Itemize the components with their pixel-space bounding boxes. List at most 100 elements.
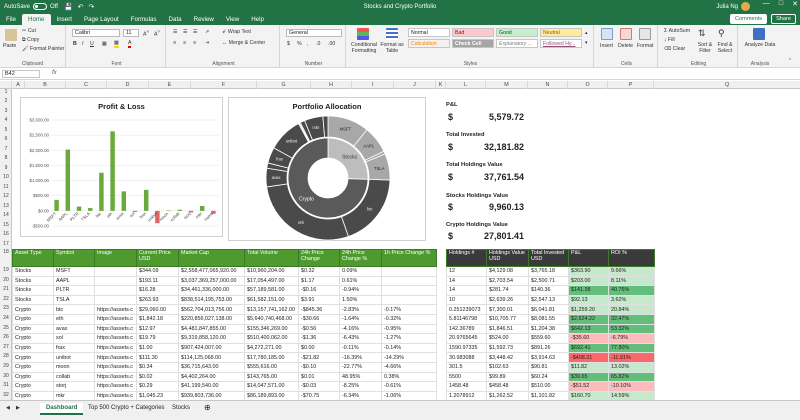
style-bad[interactable]: Bad — [452, 28, 494, 37]
table-cell[interactable]: https://assets.c — [94, 304, 137, 315]
row-header[interactable]: 30 — [0, 373, 12, 379]
table-cell[interactable]: AAPL — [53, 275, 95, 287]
font-color-icon[interactable]: A — [128, 40, 132, 48]
table-cell[interactable]: Crypto — [12, 313, 54, 325]
table-cell[interactable]: $2,639.26 — [486, 294, 529, 306]
table-cell[interactable]: $0.32 — [298, 266, 340, 277]
tab-help[interactable]: Help — [245, 14, 270, 25]
sort-filter-button[interactable]: Sort & Filter — [696, 42, 714, 54]
table-cell[interactable]: 0.38% — [381, 371, 437, 383]
format-cells-icon[interactable] — [639, 28, 651, 40]
table-cell[interactable]: sol — [53, 333, 95, 344]
table-cell[interactable]: $458.48 — [486, 381, 529, 392]
font-name-select[interactable]: Calibri — [72, 29, 120, 37]
table-cell[interactable]: https://assets.c — [94, 390, 137, 400]
table-cell[interactable]: $3,765.18 — [528, 266, 569, 277]
delete-button[interactable]: Delete — [618, 43, 633, 49]
table-cell[interactable]: $838,514,195,753.00 — [178, 294, 245, 306]
table-cell[interactable]: $510.00 — [528, 381, 569, 392]
table-cell[interactable]: $102.63 — [486, 361, 529, 373]
table-cell[interactable]: unibot — [53, 352, 95, 363]
table-cell[interactable]: https://assets.c — [94, 371, 137, 383]
table-cell[interactable]: 1458.48 — [446, 381, 487, 392]
table-cell[interactable]: 14 — [446, 285, 487, 296]
col-header[interactable]: I — [352, 81, 394, 89]
bar[interactable] — [65, 149, 71, 211]
table-cell[interactable]: -10.10% — [608, 381, 655, 392]
table-cell[interactable]: -$845.36 — [298, 304, 340, 315]
sheet-tab-dashboard[interactable]: Dashboard — [40, 403, 84, 415]
table-cell[interactable]: -0.17% — [381, 304, 437, 315]
style-good[interactable]: Good — [496, 28, 538, 37]
table-cell[interactable]: $642.13 — [568, 323, 609, 335]
table-cell[interactable]: $2,500.71 — [528, 275, 569, 287]
bar[interactable] — [76, 206, 82, 211]
table-cell[interactable]: $939,803,736.00 — [178, 390, 245, 400]
col-header[interactable]: A — [12, 81, 25, 89]
bold-icon[interactable]: B — [73, 41, 77, 47]
table-cell[interactable]: https://assets.c — [94, 361, 137, 373]
table-cell[interactable]: $562,704,013,756.00 — [178, 304, 245, 315]
row-header[interactable]: 20 — [0, 277, 12, 283]
close-icon[interactable]: ✕ — [792, 0, 798, 8]
table-cell[interactable]: $555,616.00 — [244, 361, 299, 373]
table-cell[interactable]: $9,319,858,120.00 — [178, 333, 245, 344]
table-cell[interactable]: $17,054,497.00 — [244, 275, 299, 287]
save-icon[interactable]: 💾 — [64, 3, 73, 11]
table-cell[interactable]: $1,262.52 — [486, 390, 529, 400]
row-header[interactable]: 28 — [0, 353, 12, 359]
table-cell[interactable]: -0.95% — [381, 323, 437, 335]
row-header[interactable]: 32 — [0, 392, 12, 398]
table-cell[interactable]: $891.26 — [528, 342, 569, 354]
table-cell[interactable]: 77.80% — [608, 342, 655, 354]
row-header[interactable]: 25 — [0, 325, 12, 331]
table-cell[interactable]: $263.93 — [136, 294, 179, 306]
table-cell[interactable]: $10,960,204.00 — [244, 266, 299, 277]
table-cell[interactable]: $11.82 — [568, 361, 609, 373]
table-cell[interactable]: Stocks — [12, 285, 54, 296]
table-cell[interactable]: 40.76% — [608, 285, 655, 296]
row-header[interactable]: 15 — [0, 222, 12, 228]
table-cell[interactable]: $524.00 — [486, 333, 529, 344]
style-neutral[interactable]: Neutral — [540, 28, 582, 37]
portfolio-allocation-chart[interactable]: Portfolio Allocation Stocks Crypto MSFT AAP… — [228, 97, 426, 241]
table-cell[interactable]: 30.983088 — [446, 352, 487, 363]
minimize-icon[interactable]: — — [763, 0, 770, 8]
bar[interactable] — [188, 210, 194, 213]
table-cell[interactable]: https://assets.c — [94, 381, 137, 392]
row-header[interactable]: 13 — [0, 203, 12, 209]
col-header[interactable]: E — [149, 81, 191, 89]
table-cell[interactable]: Crypto — [12, 381, 54, 392]
fill-button[interactable]: ↓ Fill — [664, 37, 675, 43]
table-cell[interactable]: $3,914.63 — [528, 352, 569, 363]
table-cell[interactable]: 142.36789 — [446, 323, 487, 335]
col-header[interactable]: D — [107, 81, 149, 89]
col-header[interactable]: H — [311, 81, 352, 89]
table-cell[interactable]: -0.14% — [381, 342, 437, 354]
align-left-icon[interactable]: ≡ — [173, 40, 176, 46]
table-cell[interactable]: $0.34 — [136, 361, 179, 373]
row-header[interactable]: 14 — [0, 212, 12, 218]
row-header[interactable]: 19 — [0, 267, 12, 273]
table-cell[interactable]: $0.29 — [136, 381, 179, 392]
table-cell[interactable] — [94, 275, 137, 287]
table-cell[interactable]: -0.32% — [381, 313, 437, 325]
table-cell[interactable]: 65.82% — [608, 371, 655, 383]
row-header[interactable]: 9 — [0, 165, 12, 171]
table-cell[interactable]: 10 — [446, 294, 487, 306]
row-header[interactable]: 23 — [0, 305, 12, 311]
table-cell[interactable]: $60.24 — [528, 371, 569, 383]
align-right-icon[interactable]: ≡ — [193, 40, 196, 46]
table-cell[interactable]: $14,047,571.00 — [244, 381, 299, 392]
align-top-icon[interactable]: ☰ — [173, 29, 178, 35]
table-cell[interactable]: $510,400,062.00 — [244, 333, 299, 344]
table-cell[interactable]: $92.13 — [568, 294, 609, 306]
table-cell[interactable]: https://assets.c — [94, 333, 137, 344]
row-header[interactable]: 5 — [0, 127, 12, 133]
table-cell[interactable]: -6.43% — [339, 333, 382, 344]
table-cell[interactable]: $16.28 — [136, 285, 179, 296]
row-header[interactable]: 24 — [0, 315, 12, 321]
row-header[interactable]: 17 — [0, 241, 12, 247]
increase-decimal-icon[interactable]: .0 — [316, 41, 320, 47]
table-cell[interactable]: -6.79% — [608, 333, 655, 344]
